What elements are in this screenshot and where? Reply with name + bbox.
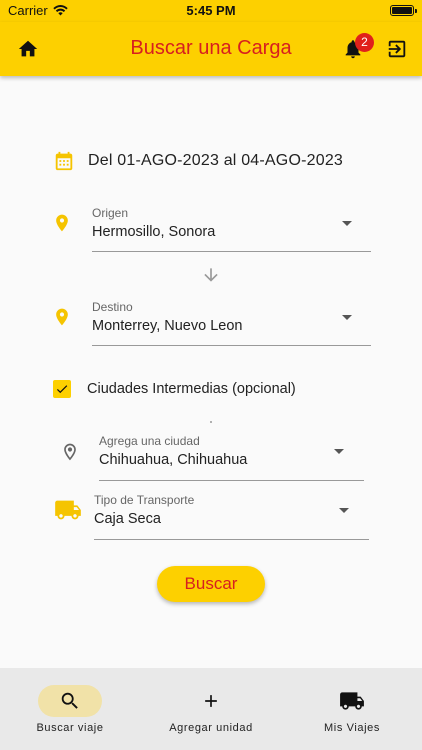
nav-mis-viajes[interactable]: Mis Viajes <box>302 668 402 750</box>
intermedias-label: Ciudades Intermedias (opcional) <box>87 381 296 397</box>
checkmark-icon <box>56 385 68 394</box>
bottom-navigation: Buscar viaje Agregar unidad Mis Viajes <box>0 668 422 750</box>
calendar-icon <box>55 151 73 171</box>
divider-dot <box>210 421 212 423</box>
destino-value: Monterrey, Nuevo Leon <box>92 318 243 334</box>
transporte-value: Caja Seca <box>94 511 161 527</box>
destino-dropdown[interactable]: Destino Monterrey, Nuevo Leon <box>0 294 422 349</box>
transporte-underline <box>94 539 369 540</box>
intermedias-checkbox[interactable] <box>53 380 71 398</box>
status-bar: Carrier 5:45 PM <box>0 0 422 22</box>
status-time: 5:45 PM <box>186 3 236 18</box>
origen-value: Hermosillo, Sonora <box>92 224 216 240</box>
chevron-down-icon <box>334 449 344 454</box>
chevron-down-icon <box>339 508 349 513</box>
chevron-down-icon <box>342 315 352 320</box>
destino-underline <box>92 345 371 346</box>
ciudad-value: Chihuahua, Chihuahua <box>99 452 248 468</box>
plus-icon <box>205 695 217 707</box>
destino-label: Destino <box>92 300 133 314</box>
nav-label: Mis Viajes <box>324 722 380 734</box>
origen-label: Origen <box>92 206 129 220</box>
date-range-text: Del 01-AGO-2023 al 04-AGO-2023 <box>88 152 344 169</box>
origen-underline <box>92 251 371 252</box>
intermedias-checkbox-row[interactable]: Ciudades Intermedias (opcional) <box>53 380 296 398</box>
location-pin-icon <box>56 308 68 326</box>
app-bar: Buscar una Carga 2 <box>0 22 422 76</box>
ciudad-label: Agrega una ciudad <box>99 434 200 448</box>
nav-buscar-viaje[interactable]: Buscar viaje <box>20 668 120 750</box>
buscar-button[interactable]: Buscar <box>157 566 265 602</box>
truck-icon <box>55 500 81 520</box>
origen-dropdown[interactable]: Origen Hermosillo, Sonora <box>0 200 422 255</box>
ciudad-underline <box>99 480 364 481</box>
nav-label: Buscar viaje <box>36 722 104 734</box>
date-range-row[interactable]: Del 01-AGO-2023 al 04-AGO-2023 <box>53 150 343 172</box>
notification-badge: 2 <box>355 33 374 52</box>
location-pin-icon <box>56 214 68 232</box>
ciudad-dropdown[interactable]: Agrega una ciudad Chihuahua, Chihuahua <box>0 428 422 483</box>
battery-icon <box>390 5 417 16</box>
logout-button[interactable] <box>386 38 408 60</box>
search-icon <box>61 692 78 709</box>
truck-icon <box>340 692 364 710</box>
logout-icon <box>388 40 406 58</box>
transporte-dropdown[interactable]: Tipo de Transporte Caja Seca <box>0 487 422 542</box>
nav-agregar-unidad[interactable]: Agregar unidad <box>156 668 266 750</box>
arrow-down-icon <box>204 268 218 282</box>
chevron-down-icon <box>342 221 352 226</box>
location-outline-icon <box>64 443 76 461</box>
nav-label: Agregar unidad <box>169 722 253 734</box>
transporte-label: Tipo de Transporte <box>94 493 195 507</box>
